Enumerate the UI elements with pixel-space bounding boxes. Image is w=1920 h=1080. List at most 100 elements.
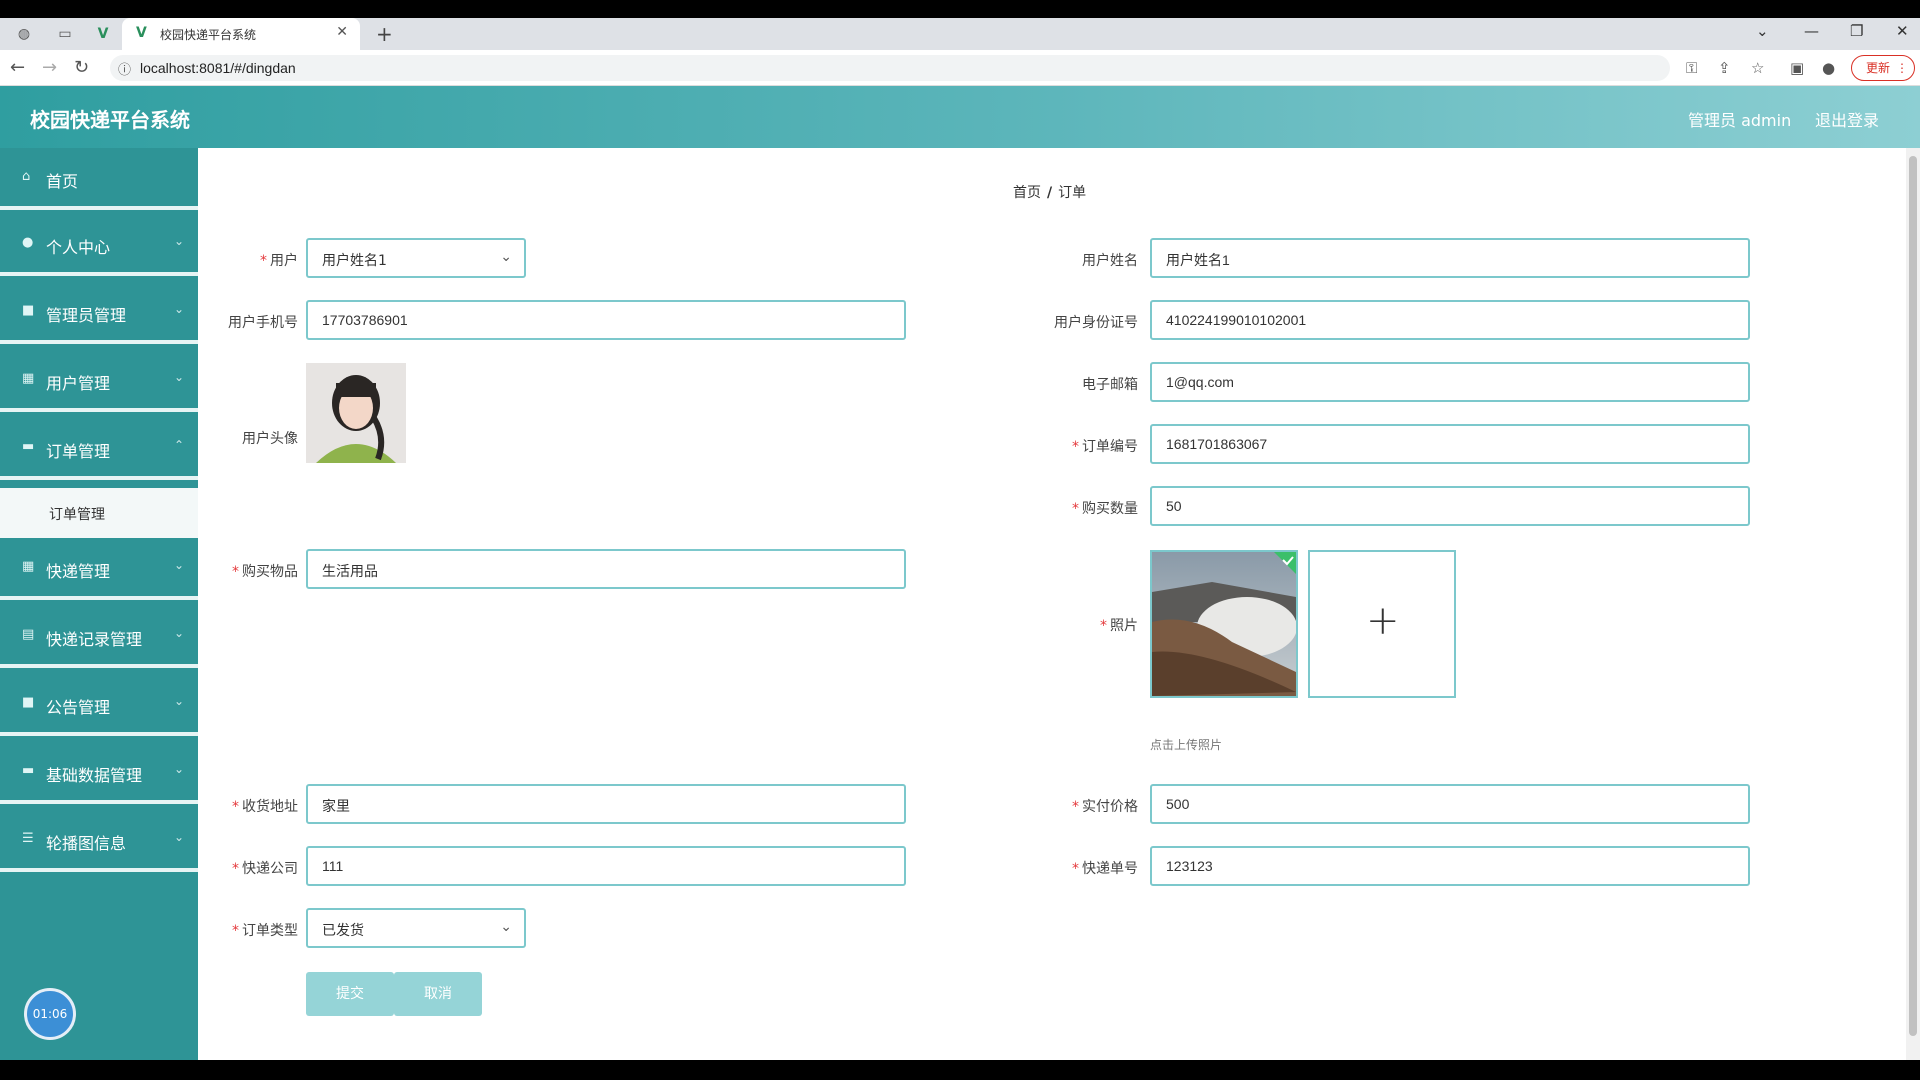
sidebar: ⌂ 首页 ● 个人中心 ⌄ ■ 管理员管理 ⌄ ▦ 用户管理 ⌄ ▬ 订单管理 … (0, 148, 198, 1060)
sidebar-item-profile[interactable]: ● 个人中心 ⌄ (0, 214, 198, 276)
chevron-down-icon: ⌄ (500, 249, 512, 265)
price-label: * 实付价格 (1072, 799, 1138, 815)
globe-icon[interactable]: ◍ (13, 24, 35, 44)
share-icon[interactable]: ⇪ (1718, 59, 1731, 77)
sidebar-item-orders[interactable]: ▬ 订单管理 ⌃ (0, 418, 198, 480)
close-window-icon[interactable]: ✕ (1896, 22, 1909, 40)
update-button[interactable]: 更新 ⋮ (1851, 55, 1915, 81)
chevron-down-icon: ⌄ (174, 558, 185, 572)
order-type-value: 已发货 (322, 923, 364, 939)
avatar-label: 用户头像 (242, 431, 298, 447)
chevron-down-icon: ⌄ (500, 919, 512, 935)
scrollbar-thumb[interactable] (1909, 156, 1917, 1036)
sidebar-item-express-records[interactable]: ▤ 快递记录管理 ⌄ (0, 606, 198, 668)
side-panel-icon[interactable]: ▣ (1790, 59, 1804, 77)
sidebar-item-users[interactable]: ▦ 用户管理 ⌄ (0, 350, 198, 412)
price-field[interactable]: 500 (1150, 784, 1750, 824)
breadcrumb-separator: / (1047, 185, 1053, 201)
new-tab-icon[interactable]: + (376, 22, 393, 46)
phone-field[interactable]: 17703786901 (306, 300, 906, 340)
restore-icon[interactable]: ❐ (1850, 22, 1863, 40)
order-type-select[interactable]: 已发货 ⌄ (306, 908, 526, 948)
photo-upload-button[interactable]: + (1308, 550, 1456, 698)
chevron-down-icon: ⌄ (174, 234, 185, 248)
update-label: 更新 (1866, 61, 1891, 75)
sidebar-item-express[interactable]: ▦ 快递管理 ⌄ (0, 538, 198, 600)
grid-icon: ▦ (22, 371, 35, 386)
sidebar-item-label: 管理员管理 (46, 306, 127, 325)
sidebar-item-carousel[interactable]: ☰ 轮播图信息 ⌄ (0, 810, 198, 872)
phone-label: 用户手机号 (228, 315, 298, 331)
breadcrumb-home[interactable]: 首页 (1013, 185, 1041, 201)
breadcrumb: 首页 / 订单 (1013, 182, 1086, 202)
vue-tab-icon[interactable]: V (92, 24, 114, 44)
main-content: 首页 / 订单 * 用户 用户姓名1 ⌄ 用户手机号 17703786901 用户头像… (198, 148, 1906, 1060)
email-field[interactable]: 1@qq.com (1150, 362, 1750, 402)
profile-icon[interactable]: ● (1822, 59, 1835, 77)
app-header: 校园快递平台系统 管理员 admin 退出登录 (0, 86, 1920, 148)
sidebar-item-notices[interactable]: ■ 公告管理 ⌄ (0, 674, 198, 736)
sidebar-item-base-data[interactable]: ▬ 基础数据管理 ⌄ (0, 742, 198, 804)
lock-icon: ▬ (22, 439, 35, 454)
address-bar[interactable]: ⓘ localhost:8081/#/dingdan (110, 55, 1670, 81)
tracking-no-label: * 快递单号 (1072, 861, 1138, 877)
user-select[interactable]: 用户姓名1 ⌄ (306, 238, 526, 278)
tab-title: 校园快递平台系统 (160, 28, 257, 42)
active-tab[interactable]: V 校园快递平台系统 ✕ (122, 18, 360, 50)
sidebar-subitem-label: 订单管理 (49, 507, 105, 523)
star-icon[interactable]: ☆ (1751, 59, 1764, 77)
sidebar-item-label: 用户管理 (46, 374, 111, 393)
sidebar-item-label: 个人中心 (46, 238, 111, 257)
item-label: * 购买物品 (232, 564, 298, 580)
blank-tab-icon[interactable]: ▭ (54, 24, 76, 44)
item-field[interactable]: 生活用品 (306, 549, 906, 589)
uploaded-photo[interactable] (1150, 550, 1298, 698)
user-avatar[interactable] (306, 363, 406, 463)
home-icon: ⌂ (22, 169, 31, 184)
quantity-label: * 购买数量 (1072, 501, 1138, 517)
browser-toolbar: ← → ↻ ⓘ localhost:8081/#/dingdan ⚿ ⇪ ☆ ▣… (0, 50, 1920, 86)
site-info-icon[interactable]: ⓘ (118, 59, 131, 78)
sidebar-subitem-orders[interactable]: 订单管理 (0, 488, 198, 538)
id-card-label: 用户身份证号 (1054, 315, 1138, 331)
company-field[interactable]: 111 (306, 846, 906, 886)
sidebar-item-label: 基础数据管理 (46, 766, 143, 785)
chevron-up-icon: ⌃ (174, 438, 185, 452)
company-label: * 快递公司 (232, 861, 298, 877)
tab-list-chevron-icon[interactable]: ⌄ (1756, 22, 1769, 40)
sidebar-item-home[interactable]: ⌂ 首页 (0, 148, 198, 210)
submit-button[interactable]: 提交 (306, 972, 394, 1016)
grid-icon: ▦ (22, 559, 35, 574)
quantity-field[interactable]: 50 (1150, 486, 1750, 526)
clipboard-icon: ▤ (22, 627, 35, 642)
tracking-no-field[interactable]: 123123 (1150, 846, 1750, 886)
key-icon[interactable]: ⚿ (1686, 59, 1697, 77)
order-no-label: * 订单编号 (1072, 439, 1138, 455)
user-name-field[interactable]: 用户姓名1 (1150, 238, 1750, 278)
id-card-field[interactable]: 410224199010102001 (1150, 300, 1750, 340)
chat-icon: ■ (22, 303, 35, 318)
page-scrollbar[interactable] (1906, 148, 1920, 1060)
sidebar-item-label: 首页 (46, 172, 79, 191)
photo-label: * 照片 (1100, 618, 1138, 634)
sidebar-item-label: 轮播图信息 (46, 834, 127, 853)
reload-icon[interactable]: ↻ (74, 57, 89, 78)
order-no-field[interactable]: 1681701863067 (1150, 424, 1750, 464)
sidebar-item-label: 公告管理 (46, 698, 111, 717)
forward-icon[interactable]: → (42, 57, 57, 78)
chevron-down-icon: ⌄ (174, 626, 185, 640)
browser-tab-bar: ◍ ▭ V V 校园快递平台系统 ✕ + ⌄ — ❐ ✕ (0, 18, 1920, 50)
timer-badge: 01:06 (24, 988, 76, 1040)
breadcrumb-current: 订单 (1058, 185, 1087, 201)
address-field[interactable]: 家里 (306, 784, 906, 824)
back-icon[interactable]: ← (10, 57, 25, 78)
minimize-icon[interactable]: — (1804, 22, 1819, 40)
sidebar-item-label: 快递记录管理 (46, 630, 143, 649)
notice-icon: ■ (22, 695, 35, 710)
admin-label: 管理员 admin (1688, 111, 1792, 130)
sliders-icon: ☰ (22, 831, 34, 846)
cancel-button[interactable]: 取消 (394, 972, 482, 1016)
sidebar-item-admins[interactable]: ■ 管理员管理 ⌄ (0, 282, 198, 344)
close-tab-icon[interactable]: ✕ (336, 24, 348, 40)
logout-link[interactable]: 退出登录 (1815, 107, 1879, 131)
